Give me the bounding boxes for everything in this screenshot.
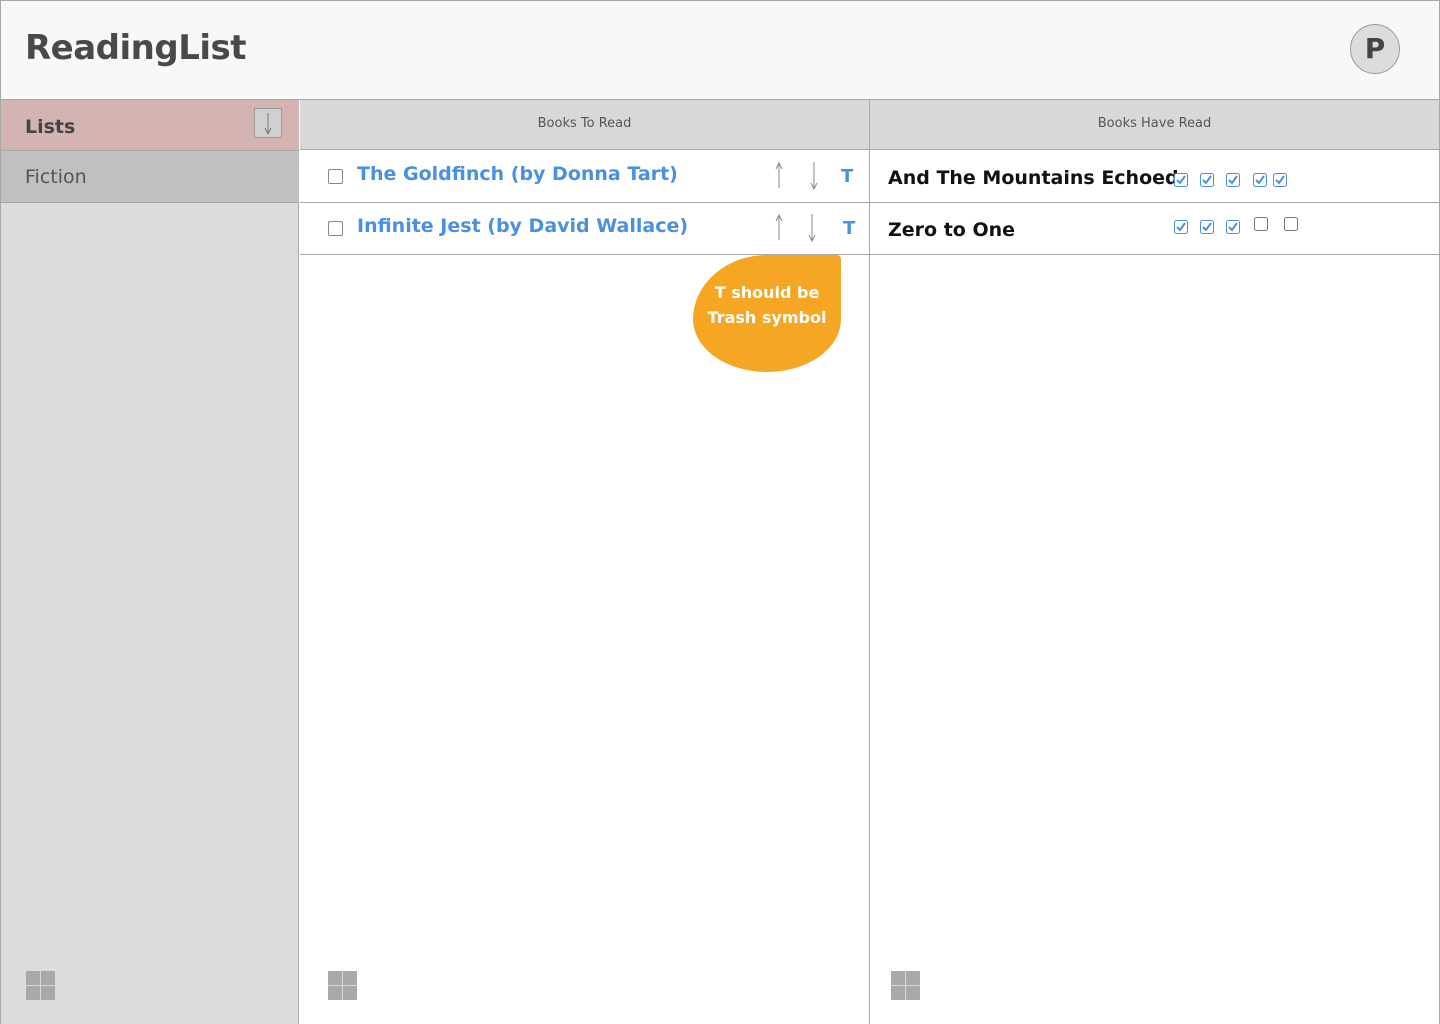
read-book-title: Zero to One [888,219,1016,241]
app-title: ReadingList [25,28,247,68]
sidebar-title: Lists [25,116,76,138]
book-title-link[interactable]: The Goldfinch (by Donna Tart) [357,163,678,185]
sidebar-header: Lists [1,100,299,151]
sidebar-item-fiction[interactable]: Fiction [1,151,299,203]
books-to-read-panel: Books To Read The Goldfinch (by Donna Ta… [300,100,870,1024]
rating-checkbox[interactable] [1253,173,1267,187]
rating-checkbox[interactable] [1226,173,1240,187]
checked-box-icon [1273,173,1287,187]
arrow-down-icon [810,162,818,191]
rating-checkbox[interactable] [1174,173,1188,187]
to-read-row: Infinite Jest (by David Wallace) T [300,203,869,255]
books-have-read-header: Books Have Read [870,100,1439,150]
arrow-down-icon [264,113,272,136]
arrow-up-icon [775,213,783,240]
add-read-book-button[interactable] [891,971,920,1000]
annotation-line-1: T should be [714,283,820,302]
read-book-title: And The Mountains Echoed [888,167,1179,189]
rating-checkbox[interactable] [1273,173,1287,187]
sidebar-item-label: Fiction [25,166,87,188]
delete-book-button[interactable]: T [841,166,853,187]
move-down-button[interactable] [806,212,818,244]
have-read-row: And The Mountains Echoed [870,151,1439,203]
app-header: ReadingList P [0,0,1440,100]
add-icon [328,971,357,1000]
add-icon [891,971,920,1000]
add-list-button[interactable] [26,971,55,1000]
add-book-button[interactable] [328,971,357,1000]
move-up-button[interactable] [773,160,785,192]
lists-sidebar: Lists Fiction [0,100,299,1024]
arrow-down-icon [808,214,816,243]
rating-checkbox[interactable] [1200,220,1214,234]
arrow-up-icon [775,161,783,188]
checked-box-icon [1174,220,1188,234]
sort-lists-button[interactable] [254,108,282,138]
annotation-line-2: Trash symbol [707,308,827,327]
move-down-button[interactable] [808,160,820,192]
checked-box-icon [1253,173,1267,187]
book-title-link[interactable]: Infinite Jest (by David Wallace) [357,215,688,237]
checked-box-icon [1174,173,1188,187]
annotation-text: T should be Trash symbol [693,280,841,330]
delete-book-button[interactable]: T [843,218,855,239]
checked-box-icon [1200,173,1214,187]
profile-avatar[interactable]: P [1350,24,1400,74]
books-have-read-panel: Books Have Read And The Mountains Echoed… [870,100,1440,1024]
unchecked-box-icon [1284,217,1298,231]
books-to-read-header: Books To Read [300,100,869,150]
rating-checkbox[interactable] [1200,173,1214,187]
add-icon [26,971,55,1000]
have-read-row: Zero to One [870,203,1439,255]
checked-box-icon [1226,220,1240,234]
mark-read-checkbox[interactable] [328,221,343,236]
to-read-row: The Goldfinch (by Donna Tart) T [300,151,869,203]
rating-checkbox[interactable] [1226,220,1240,234]
annotation-bubble: T should be Trash symbol [693,255,841,372]
move-up-button[interactable] [773,212,785,244]
rating-checkbox[interactable] [1284,217,1298,231]
rating-checkbox[interactable] [1174,220,1188,234]
checked-box-icon [1200,220,1214,234]
rating-checkbox[interactable] [1254,217,1268,231]
unchecked-box-icon [1254,217,1268,231]
checked-box-icon [1226,173,1240,187]
mark-read-checkbox[interactable] [328,169,343,184]
